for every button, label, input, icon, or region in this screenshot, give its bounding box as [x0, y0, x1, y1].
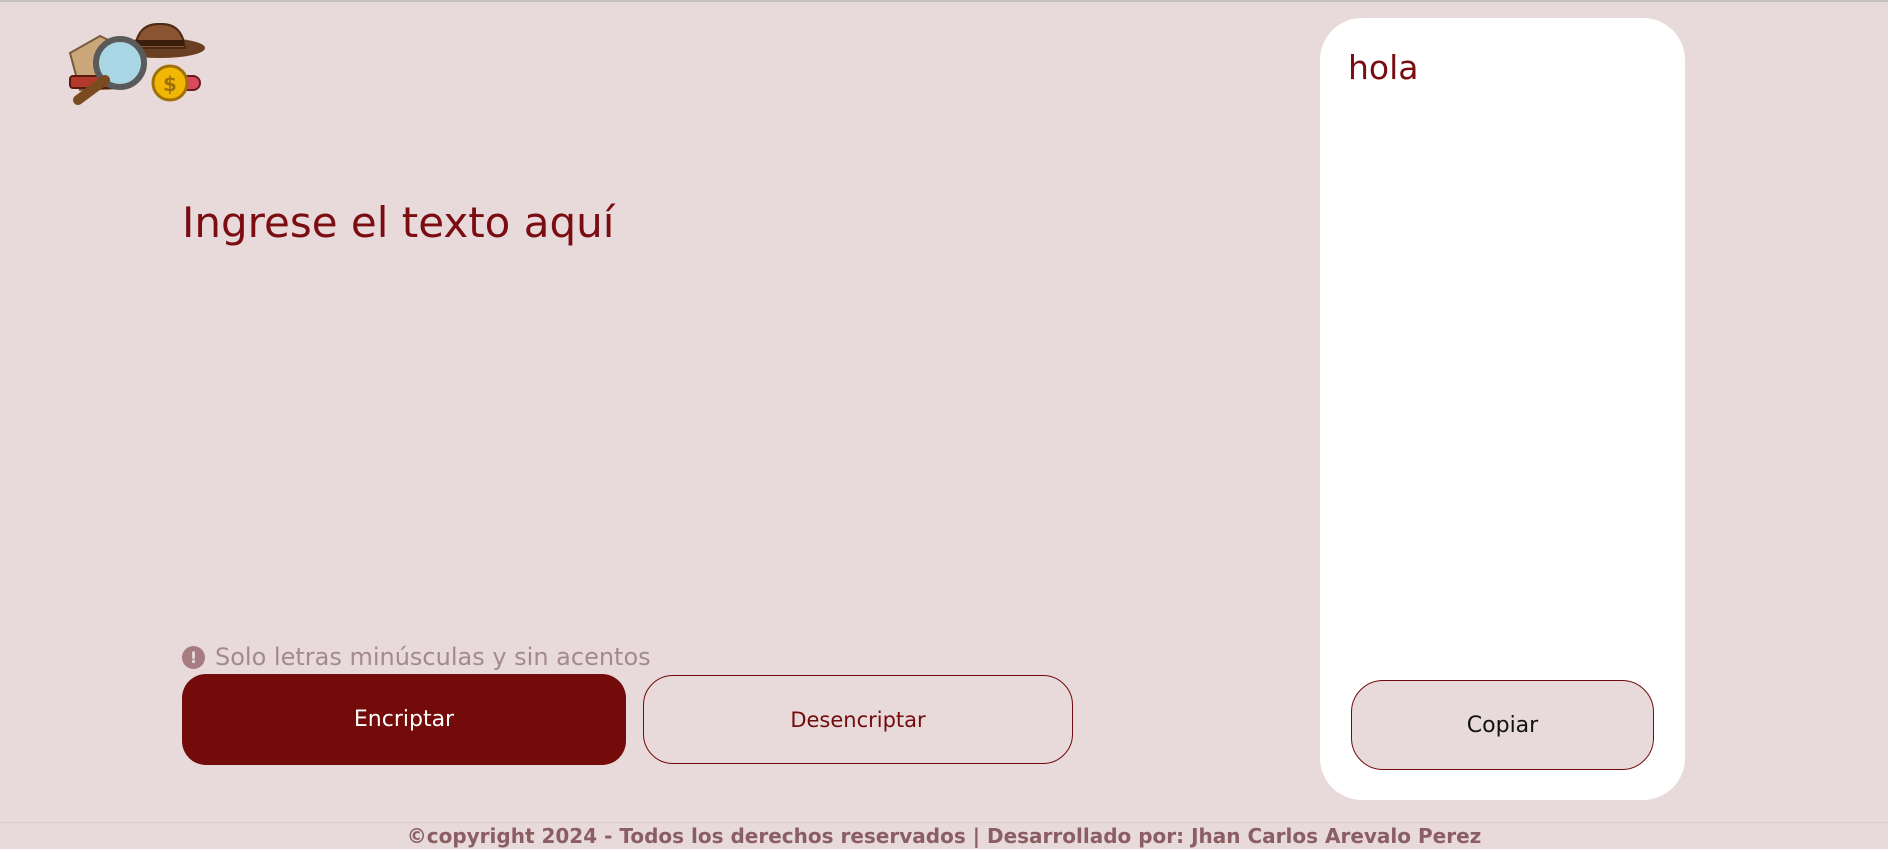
exclamation-circle-icon: ! [182, 645, 205, 669]
hint-text: Solo letras minúsculas y sin acentos [215, 643, 651, 671]
input-hint: ! Solo letras minúsculas y sin acentos [182, 643, 651, 671]
detective-logo-icon: $ [50, 18, 210, 106]
message-input[interactable] [182, 198, 882, 638]
footer-divider [0, 822, 1888, 823]
top-border [0, 0, 1888, 2]
output-text: hola [1348, 48, 1419, 87]
encrypt-button[interactable]: Encriptar [182, 674, 626, 765]
copy-button[interactable]: Copiar [1351, 680, 1654, 770]
output-panel: hola Copiar [1320, 18, 1685, 800]
decrypt-button[interactable]: Desencriptar [643, 675, 1073, 764]
svg-text:$: $ [163, 72, 177, 96]
footer-text: ©copyright 2024 - Todos los derechos res… [406, 824, 1482, 848]
